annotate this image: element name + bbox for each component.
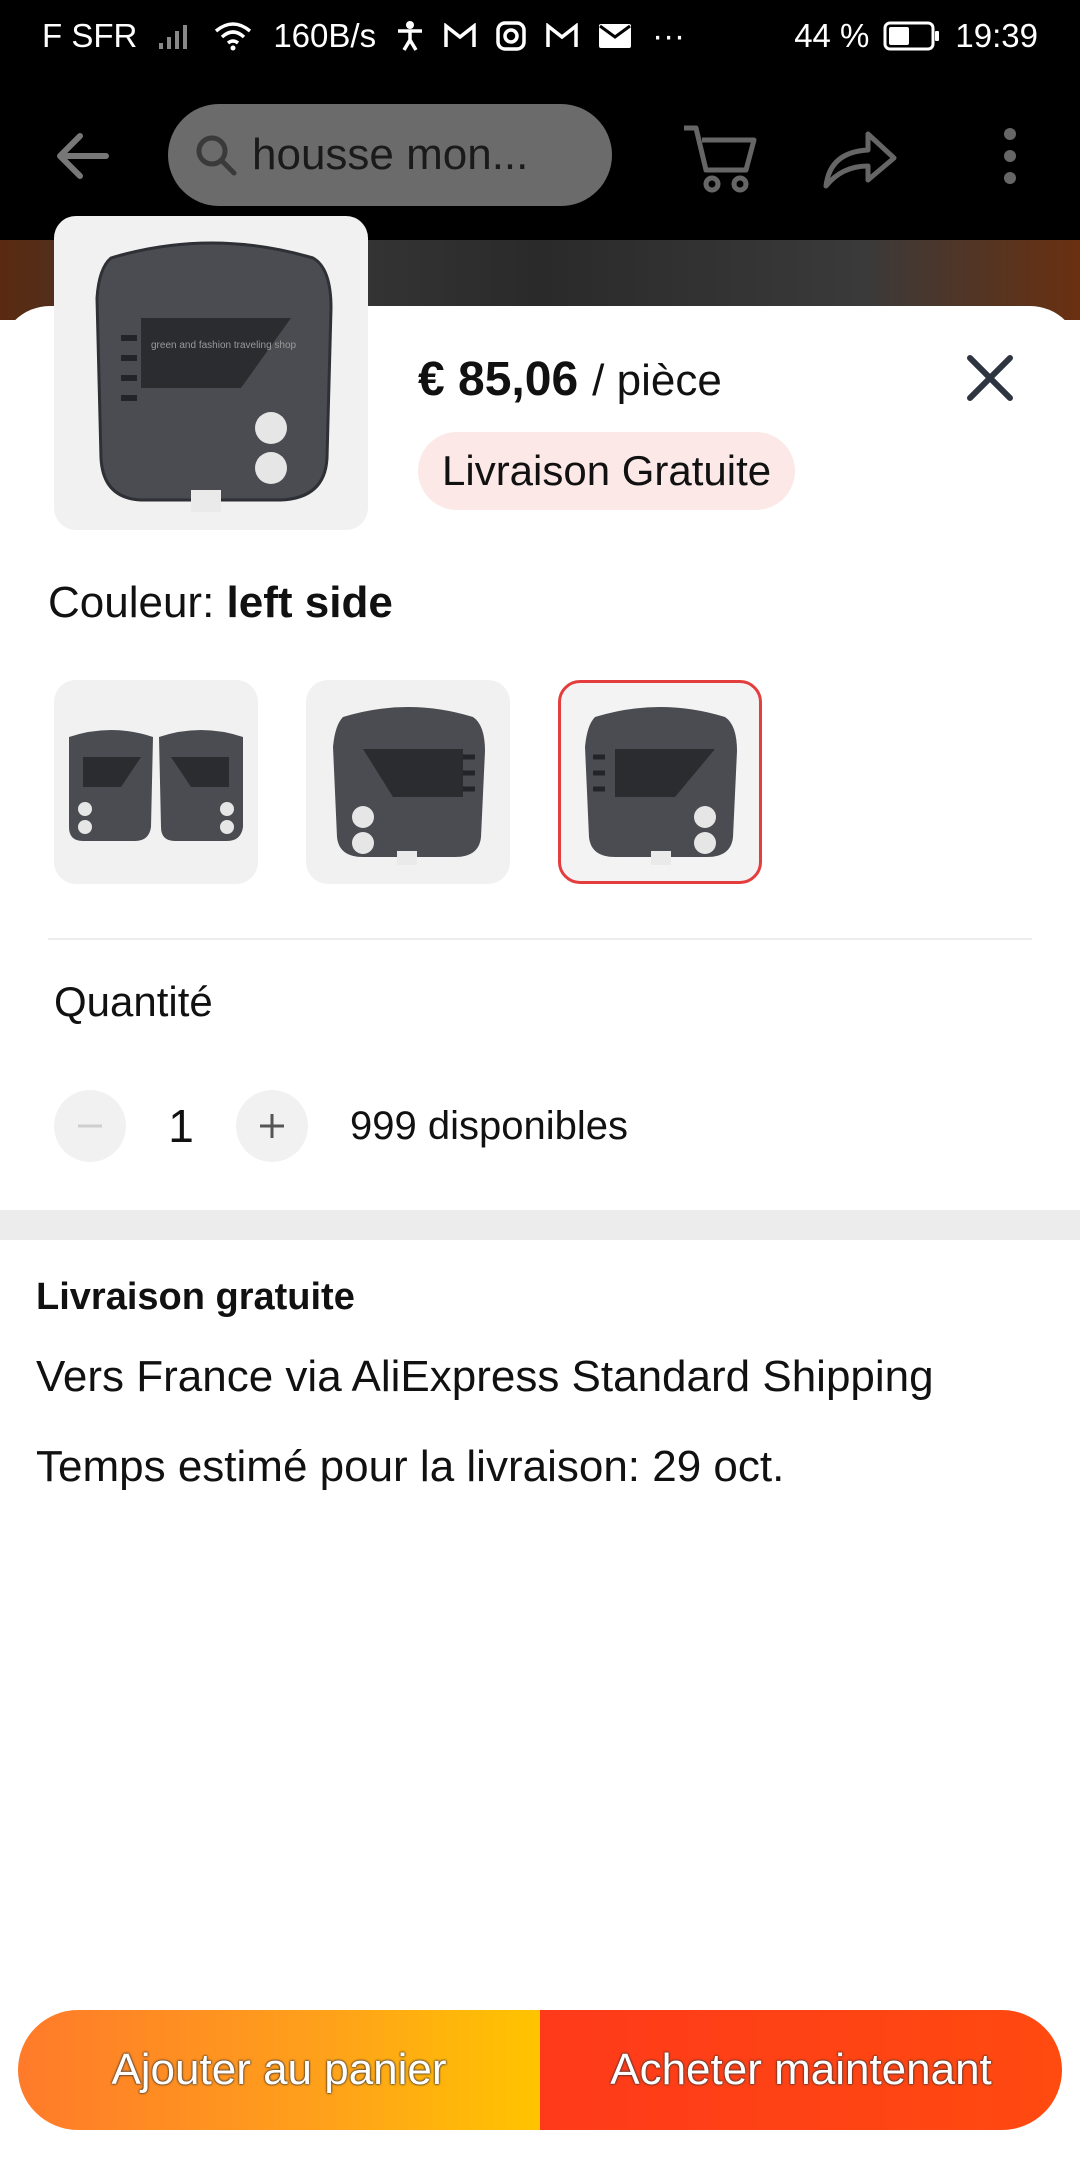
product-thumbnail[interactable]: green and fashion traveling shop — [54, 216, 368, 530]
divider — [48, 938, 1032, 940]
instagram-icon — [496, 21, 526, 51]
decrease-quantity-button[interactable] — [54, 1090, 126, 1162]
more-options-button[interactable] — [990, 124, 1030, 188]
product-image: green and fashion traveling shop — [95, 241, 333, 512]
status-left: F SFR 160B/s ··· — [42, 17, 685, 55]
quantity-stepper: 1 999 disponibles — [54, 1090, 628, 1162]
increase-quantity-button[interactable] — [236, 1090, 308, 1162]
back-button[interactable] — [50, 124, 114, 188]
status-bar: F SFR 160B/s ··· 44 % 19:39 — [0, 0, 1080, 72]
cart-button[interactable] — [680, 118, 760, 194]
color-label-prefix: Couleur: — [48, 578, 227, 627]
price-unit: / pièce — [592, 356, 722, 405]
quantity-value[interactable]: 1 — [126, 1099, 236, 1153]
stock-available: 999 disponibles — [350, 1103, 628, 1148]
more-dots-icon: ··· — [652, 17, 686, 54]
mail-icon — [598, 23, 632, 49]
gmail-icon — [444, 23, 476, 49]
variant-pair[interactable] — [54, 680, 258, 884]
buy-now-button[interactable]: Acheter maintenant — [540, 2010, 1062, 2130]
quantity-label: Quantité — [54, 978, 213, 1025]
variant-left-side-image — [585, 707, 737, 865]
cart-icon — [684, 125, 757, 193]
shipping-title: Livraison gratuite — [36, 1276, 355, 1318]
minus-icon — [78, 1124, 102, 1128]
screen: F SFR 160B/s ··· 44 % 19:39 housse mon..… — [0, 0, 1080, 2160]
carrier-label: F SFR — [42, 17, 138, 54]
more-vertical-icon — [1004, 128, 1016, 184]
battery-percent: 44 % — [794, 17, 870, 54]
color-variants — [54, 680, 762, 884]
search-query: housse mon... — [252, 130, 529, 179]
color-value: left side — [226, 578, 393, 627]
network-speed: 160B/s — [273, 17, 377, 54]
price-row: € 85,06 / pièce — [418, 352, 722, 407]
app-bar: housse mon... — [0, 72, 1080, 240]
price: € 85,06 — [418, 353, 579, 406]
share-button[interactable] — [820, 122, 900, 192]
search-icon — [196, 135, 237, 176]
variant-right-side-image — [333, 707, 485, 865]
purchase-bar: Ajouter au panier Acheter maintenant — [18, 2010, 1062, 2130]
close-icon — [967, 355, 1013, 401]
clock: 19:39 — [955, 17, 1038, 54]
shipping-estimate: Temps estimé pour la livraison: 29 oct. — [36, 1442, 785, 1491]
battery-icon — [883, 21, 941, 51]
plus-icon — [260, 1114, 284, 1138]
shipping-method: Vers France via AliExpress Standard Ship… — [36, 1352, 934, 1401]
wifi-icon — [213, 21, 253, 51]
variant-left-side[interactable] — [558, 680, 762, 884]
status-right: 44 % 19:39 — [794, 17, 1038, 55]
color-label: Couleur: left side — [48, 578, 393, 628]
variant-right-side[interactable] — [306, 680, 510, 884]
section-separator — [0, 1210, 1080, 1240]
search-bar[interactable]: housse mon... — [168, 104, 612, 206]
signal-icon — [157, 21, 193, 51]
product-watermark: green and fashion traveling shop — [151, 340, 297, 351]
accessibility-icon — [396, 20, 424, 52]
gmail-icon — [546, 23, 578, 49]
back-arrow-icon — [57, 133, 109, 179]
share-icon — [823, 131, 897, 189]
add-to-cart-button[interactable]: Ajouter au panier — [18, 2010, 540, 2130]
variant-pair-image — [69, 730, 243, 841]
close-button[interactable] — [960, 348, 1020, 408]
free-shipping-badge: Livraison Gratuite — [418, 432, 796, 510]
